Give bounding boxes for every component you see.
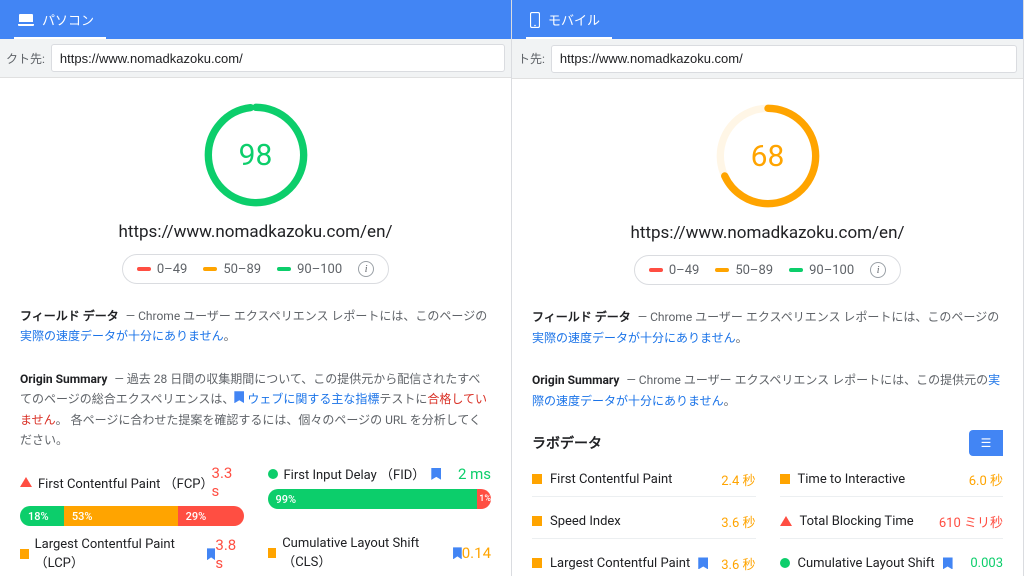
lab-metric-value: 610 ミリ秒 <box>939 512 1003 531</box>
metric: Cumulative Layout Shift （CLS）0.1462%28%1… <box>268 536 492 576</box>
bookmark-icon <box>431 468 441 480</box>
content-area: 98 https://www.nomadkazoku.com/en/ 0–49 … <box>0 78 511 576</box>
metric-value: 0.14 <box>462 544 491 562</box>
bookmark-icon <box>943 557 953 569</box>
scored-url: https://www.nomadkazoku.com/en/ <box>119 222 393 242</box>
lab-metric-row: First Contentful Paint 2.4 秒 <box>532 463 756 497</box>
address-bar: クト先: <box>0 39 511 78</box>
lab-metric-name: Largest Contentful Paint <box>550 556 690 571</box>
lab-metric-name: First Contentful Paint <box>550 472 672 487</box>
scored-url: https://www.nomadkazoku.com/en/ <box>631 223 905 243</box>
sq-orange-icon <box>532 558 542 568</box>
tri-red-icon <box>780 516 792 526</box>
origin-summary-section: Origin Summary — Chrome ユーザー エクスペリエンス レポ… <box>532 370 1003 411</box>
laptop-icon <box>18 13 34 27</box>
score-gauge: 68 <box>713 101 823 211</box>
ci-green-icon <box>268 469 278 479</box>
view-toggle-button[interactable]: ☰ <box>969 430 1003 456</box>
info-icon[interactable]: i <box>870 262 886 278</box>
info-icon[interactable]: i <box>358 261 374 277</box>
tab-bar: モバイル <box>512 0 1023 39</box>
metric-name: Cumulative Layout Shift （CLS） <box>282 536 447 570</box>
field-data-link[interactable]: 実際の速度データが十分にありません <box>532 331 736 345</box>
bookmark-icon <box>234 391 244 403</box>
lab-metric-name: Speed Index <box>550 514 621 529</box>
lab-metric-name: Total Blocking Time <box>800 514 914 529</box>
metrics-grid: First Contentful Paint （FCP）3.3 s 18%53%2… <box>20 464 491 576</box>
metric: First Input Delay （FID） 2 ms 99%1% <box>268 464 492 526</box>
ci-green-icon <box>780 558 790 568</box>
distribution-bar: 18%53%29% <box>20 506 244 526</box>
address-label: クト先: <box>6 50 45 67</box>
url-input[interactable] <box>51 44 505 72</box>
lab-metric-name: Time to Interactive <box>798 472 906 487</box>
mobile-pane: モバイル ト先: 68 https://www.nomadkazoku.com/… <box>512 0 1024 576</box>
metric-name: Largest Contentful Paint （LCP） <box>35 537 201 571</box>
score-legend: 0–49 50–89 90–100 i <box>122 254 389 284</box>
metric-name: First Input Delay （FID） <box>284 464 426 483</box>
lab-metric-row: Time to Interactive 6.0 秒 <box>780 463 1004 497</box>
sq-orange-icon <box>268 548 277 558</box>
list-view-icon: ☰ <box>981 436 992 450</box>
lab-metric-row: Largest Contentful Paint 3.6 秒 <box>532 547 756 576</box>
sq-orange-icon <box>532 474 542 484</box>
lab-metric-row: Speed Index 3.6 秒 <box>532 505 756 539</box>
metric-name: First Contentful Paint （FCP） <box>38 473 212 492</box>
metric-value: 3.3 s <box>212 464 244 500</box>
lab-metric-row: Cumulative Layout Shift 0.003 <box>780 547 1004 576</box>
tri-red-icon <box>20 477 32 487</box>
score-section: 68 https://www.nomadkazoku.com/en/ 0–49 … <box>532 101 1003 285</box>
field-data-link[interactable]: 実際の速度データが十分にありません <box>20 329 224 343</box>
score-value: 98 <box>201 100 311 210</box>
tab-label: パソコン <box>42 10 94 29</box>
tab-mobile[interactable]: モバイル <box>526 0 612 39</box>
lab-metric-value: 6.0 秒 <box>969 470 1003 489</box>
field-data-section: フィールド データ — Chrome ユーザー エクスペリエンス レポートには、… <box>532 307 1003 348</box>
lab-metric-row: Total Blocking Time 610 ミリ秒 <box>780 505 1004 539</box>
score-value: 68 <box>713 101 823 211</box>
lab-data-header: ラボデータ ☰ <box>532 433 1003 453</box>
metric-value: 2 ms <box>458 465 491 483</box>
address-label: ト先: <box>518 50 545 67</box>
origin-title: Origin Summary <box>532 373 619 387</box>
distribution-bar: 99%1% <box>268 489 492 509</box>
lab-metric-value: 0.003 <box>970 556 1003 571</box>
origin-title: Origin Summary <box>20 372 107 386</box>
field-data-section: フィールド データ — Chrome ユーザー エクスペリエンス レポートには、… <box>20 306 491 347</box>
content-area: 68 https://www.nomadkazoku.com/en/ 0–49 … <box>512 79 1023 576</box>
url-input[interactable] <box>551 45 1017 73</box>
bookmark-icon <box>453 547 462 559</box>
sq-orange-icon <box>780 474 790 484</box>
bookmark-icon <box>698 557 708 569</box>
lab-metric-value: 3.6 秒 <box>721 512 755 531</box>
bookmark-icon <box>207 548 216 560</box>
core-web-vitals-link[interactable]: ウェブに関する主な指標 <box>247 392 379 406</box>
score-legend: 0–49 50–89 90–100 i <box>634 255 901 285</box>
lab-metric-value: 3.6 秒 <box>721 554 755 573</box>
desktop-pane: パソコン クト先: 98 https://www.nomadkazoku.com… <box>0 0 512 576</box>
tab-bar: パソコン <box>0 0 511 39</box>
lab-metrics-grid: First Contentful Paint 2.4 秒 Time to Inter… <box>532 463 1003 576</box>
lab-data-title: ラボデータ <box>532 433 602 453</box>
address-bar: ト先: <box>512 39 1023 79</box>
tab-label: モバイル <box>548 10 600 29</box>
field-data-title: フィールド データ <box>20 309 119 323</box>
sq-orange-icon <box>532 516 542 526</box>
sq-orange-icon <box>20 549 29 559</box>
tab-desktop[interactable]: パソコン <box>14 0 106 39</box>
origin-summary-section: Origin Summary — 過去 28 日間の収集期間について、この提供元… <box>20 369 491 451</box>
lab-metric-name: Cumulative Layout Shift <box>798 556 935 571</box>
score-section: 98 https://www.nomadkazoku.com/en/ 0–49 … <box>20 100 491 284</box>
lab-metric-value: 2.4 秒 <box>721 470 755 489</box>
metric: First Contentful Paint （FCP）3.3 s 18%53%2… <box>20 464 244 526</box>
metric: Largest Contentful Paint （LCP）3.8 s49%28… <box>20 536 244 576</box>
score-gauge: 98 <box>201 100 311 210</box>
phone-icon <box>530 12 540 28</box>
metric-value: 3.8 s <box>215 536 243 572</box>
field-data-title: フィールド データ <box>532 310 631 324</box>
